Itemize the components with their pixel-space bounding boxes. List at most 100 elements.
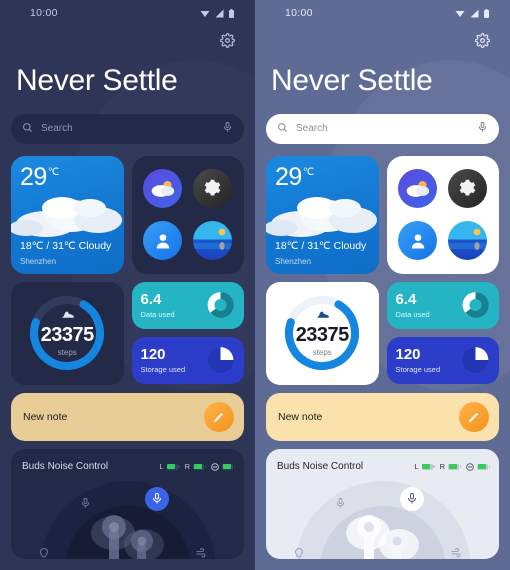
- search-bar[interactable]: Search: [11, 113, 244, 144]
- steps-widget[interactable]: 23375 steps: [266, 281, 379, 385]
- storage-used-widget[interactable]: 120 Storage used: [386, 336, 499, 384]
- data-used-dial: [462, 292, 489, 318]
- app-folder-widget[interactable]: [131, 155, 244, 274]
- storage-used-dial: [207, 347, 234, 373]
- buds-battery-group: L R: [414, 458, 490, 476]
- cloud-icon: [11, 196, 122, 237]
- case-battery: [211, 458, 235, 476]
- earbuds-icon: [345, 514, 419, 559]
- earbuds-icon: [90, 514, 164, 559]
- search-input[interactable]: Search: [41, 123, 214, 134]
- weather-city: Shenzhen: [20, 256, 57, 266]
- microphone-icon[interactable]: [477, 120, 488, 138]
- battery-bar: [421, 463, 435, 470]
- cellular-signal-icon: [470, 9, 479, 18]
- page-title: Never Settle: [16, 64, 178, 97]
- buds-title: Buds Noise Control: [277, 461, 364, 472]
- gallery-app-icon[interactable]: [193, 221, 233, 261]
- status-bar-time: 10:00: [285, 7, 313, 19]
- shoe-icon: [62, 311, 74, 318]
- note-text: New note: [23, 410, 68, 423]
- battery-bar: [166, 463, 180, 470]
- battery-bar: [477, 463, 490, 470]
- right-bud-label: R: [184, 462, 190, 471]
- battery-icon: [229, 8, 235, 18]
- left-bud-label: L: [414, 462, 419, 471]
- widget-grid: 29℃ 18℃ / 31℃ Cloudy Shenzhen 23375 step…: [263, 155, 502, 385]
- weather-range: 18℃ / 31℃ Cloudy: [275, 239, 367, 252]
- data-used-dial: [207, 292, 234, 318]
- battery-bar: [193, 463, 206, 470]
- pencil-icon[interactable]: [459, 401, 489, 432]
- status-bar-icons: [455, 8, 490, 18]
- battery-bar: [222, 463, 235, 470]
- buds-battery-group: L R: [159, 458, 235, 476]
- wifi-icon: [200, 9, 210, 18]
- left-bud-label: L: [159, 462, 164, 471]
- new-note-widget[interactable]: New note: [266, 392, 499, 441]
- contacts-app-icon[interactable]: [143, 221, 183, 261]
- page-title: Never Settle: [271, 64, 433, 97]
- new-note-widget[interactable]: New note: [11, 392, 244, 441]
- app-folder-widget[interactable]: [386, 155, 499, 274]
- steps-value: 23375: [295, 323, 350, 346]
- weather-range: 18℃ / 31℃ Cloudy: [20, 239, 112, 252]
- case-battery: [466, 458, 490, 476]
- buds-noise-control-widget[interactable]: Buds Noise Control L R: [266, 448, 499, 559]
- buds-noise-control-widget[interactable]: Buds Noise Control L R: [11, 448, 244, 559]
- buds-control-dial: [266, 479, 499, 559]
- battery-icon: [484, 8, 490, 18]
- storage-used-dial: [462, 347, 489, 373]
- steps-widget[interactable]: 23375 steps: [11, 281, 124, 385]
- dark-theme-home-screen: 10:00 Never Settle Search 29℃ 18℃ / 31℃ …: [0, 0, 255, 570]
- battery-bar: [448, 463, 461, 470]
- gear-icon[interactable]: [220, 32, 235, 48]
- settings-button-row: [8, 26, 247, 54]
- left-bud-battery: L: [414, 462, 435, 471]
- storage-used-widget[interactable]: 120 Storage used: [131, 336, 244, 384]
- weather-temperature: 29℃: [20, 162, 59, 191]
- data-used-widget[interactable]: 6.4 Data used: [386, 281, 499, 329]
- cloud-icon: [266, 196, 377, 237]
- settings-app-icon[interactable]: [193, 168, 233, 208]
- weather-widget[interactable]: 29℃ 18℃ / 31℃ Cloudy Shenzhen: [266, 155, 379, 274]
- light-theme-home-screen: 10:00 Never Settle Search 29℃ 18℃ / 31℃ …: [255, 0, 510, 570]
- buds-control-dial: [11, 479, 244, 559]
- weather-app-icon[interactable]: [398, 168, 438, 208]
- weather-unit: ℃: [47, 167, 59, 179]
- shoe-icon: [317, 311, 329, 318]
- weather-city: Shenzhen: [275, 256, 312, 266]
- microphone-icon[interactable]: [222, 120, 233, 138]
- contacts-app-icon[interactable]: [398, 221, 438, 261]
- search-icon: [277, 120, 288, 138]
- weather-app-icon[interactable]: [143, 168, 183, 208]
- weather-unit: ℃: [302, 167, 314, 179]
- steps-value: 23375: [40, 323, 95, 346]
- right-bud-battery: R: [184, 462, 206, 471]
- settings-app-icon[interactable]: [448, 168, 488, 208]
- search-input[interactable]: Search: [296, 123, 469, 134]
- right-bud-label: R: [439, 462, 445, 471]
- status-bar: 10:00: [263, 0, 502, 26]
- wifi-icon: [455, 9, 465, 18]
- data-used-widget[interactable]: 6.4 Data used: [131, 281, 244, 329]
- status-bar-time: 10:00: [30, 7, 58, 19]
- note-text: New note: [278, 410, 323, 423]
- buds-title: Buds Noise Control: [22, 461, 109, 472]
- weather-temperature: 29℃: [275, 162, 314, 191]
- weather-widget[interactable]: 29℃ 18℃ / 31℃ Cloudy Shenzhen: [11, 155, 124, 274]
- search-icon: [22, 120, 33, 138]
- steps-label: steps: [57, 347, 77, 357]
- settings-button-row: [263, 26, 502, 54]
- widget-grid: 29℃ 18℃ / 31℃ Cloudy Shenzhen 23375 step…: [8, 155, 247, 385]
- search-bar[interactable]: Search: [266, 113, 499, 144]
- status-bar-icons: [200, 8, 235, 18]
- steps-label: steps: [312, 347, 332, 357]
- right-bud-battery: R: [439, 462, 461, 471]
- left-bud-battery: L: [159, 462, 180, 471]
- case-icon: [466, 458, 474, 476]
- gear-icon[interactable]: [475, 32, 490, 48]
- case-icon: [211, 458, 219, 476]
- gallery-app-icon[interactable]: [448, 221, 488, 261]
- pencil-icon[interactable]: [204, 401, 234, 432]
